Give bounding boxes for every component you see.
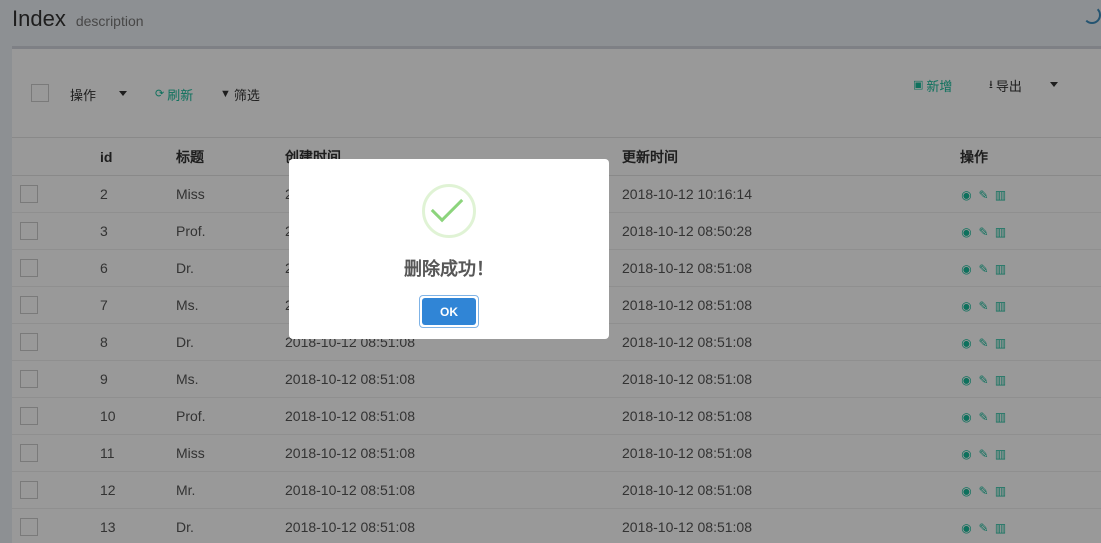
success-check-icon bbox=[422, 184, 476, 238]
dialog-message: 删除成功！ bbox=[404, 259, 494, 279]
success-dialog: 删除成功！ OK bbox=[289, 159, 609, 339]
ok-button[interactable]: OK bbox=[419, 295, 479, 328]
check-mark bbox=[430, 189, 464, 223]
ok-button-label: OK bbox=[422, 298, 476, 325]
